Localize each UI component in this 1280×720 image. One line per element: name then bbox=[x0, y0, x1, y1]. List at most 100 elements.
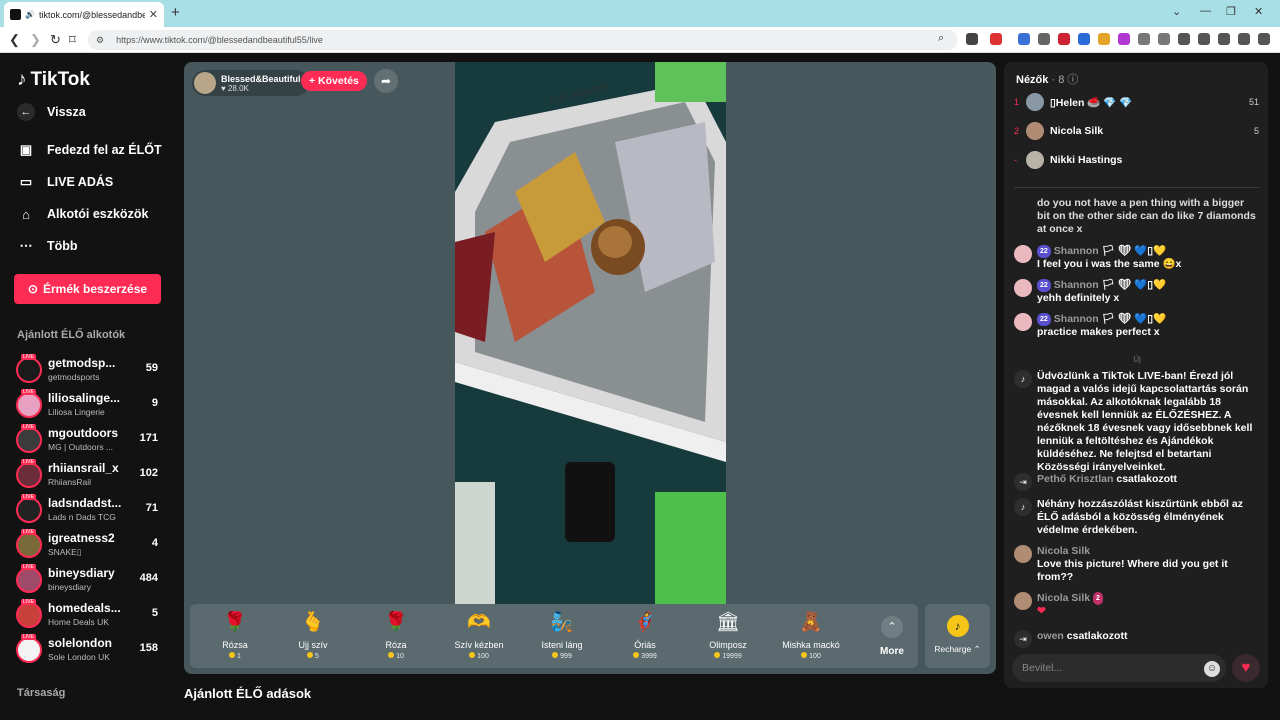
translate-extension-icon[interactable] bbox=[1018, 33, 1030, 45]
recharge-button[interactable]: ♪ Recharge ⌃ bbox=[925, 604, 990, 668]
creator-item[interactable]: LIVE getmodsp... getmodsports 59 bbox=[16, 354, 166, 386]
live-badge: LIVE bbox=[21, 494, 36, 500]
creator-sub: Liliosa Lingerie bbox=[48, 407, 105, 417]
warning-extension-icon[interactable] bbox=[990, 33, 1002, 45]
chat-user[interactable]: Shannon bbox=[1054, 313, 1099, 325]
nav-go-live[interactable]: ▭ LIVE ADÁS bbox=[17, 173, 113, 191]
chat-user[interactable]: Shannon bbox=[1054, 245, 1099, 257]
viewer-row[interactable]: - Nikki Hastings bbox=[1014, 149, 1259, 171]
puzzle-extension-icon[interactable] bbox=[1158, 33, 1170, 45]
gift-price-value: 1 bbox=[237, 653, 241, 660]
site-settings-icon[interactable]: ⚙ bbox=[96, 35, 104, 46]
viewers-heading[interactable]: Nézők · 8 ⓘ bbox=[1016, 71, 1078, 87]
gift-item[interactable]: 🌹 Róza 10 bbox=[361, 610, 431, 660]
nav-more[interactable]: ⋯ Több bbox=[17, 237, 78, 255]
reload-icon[interactable]: ↻ bbox=[50, 32, 61, 48]
new-tab-button[interactable]: + bbox=[171, 4, 180, 21]
creator-item[interactable]: LIVE bineysdiary bineysdiary 484 bbox=[16, 564, 166, 596]
chat-body: Nicola Silk 2 ❤ bbox=[1037, 592, 1259, 618]
host-name: Blessed&Beautiful bbox=[221, 73, 301, 84]
browser-tab[interactable]: 🔊 tiktok.com/@blessedandbeautiful55/live… bbox=[4, 2, 164, 27]
chat-body: 22 Shannon 🏳 ❤ 💙▯💛 I feel you i was the sa… bbox=[1037, 245, 1259, 271]
tab-search-icon[interactable]: ⌄ bbox=[1172, 5, 1181, 18]
shield-extension-icon[interactable] bbox=[966, 33, 978, 45]
close-tab-icon[interactable]: ✕ bbox=[149, 8, 158, 21]
gift-item[interactable]: 🫶 Szív kézben 100 bbox=[444, 610, 514, 660]
heart-like-button[interactable]: ♥ bbox=[1232, 654, 1260, 682]
refresh-extension-icon[interactable] bbox=[1138, 33, 1150, 45]
chat-user[interactable]: Nicola Silk bbox=[1037, 545, 1090, 557]
zoom-icon[interactable]: ⌕ bbox=[938, 32, 944, 45]
gift-item[interactable]: 🫰 Ujj szív 5 bbox=[278, 610, 348, 660]
creator-item[interactable]: LIVE mgoutdoors MG | Outdoors ... 171 bbox=[16, 424, 166, 456]
avatar bbox=[16, 497, 42, 523]
creator-sub: Home Deals UK bbox=[48, 617, 109, 627]
chat-user[interactable]: owen bbox=[1037, 630, 1064, 642]
get-coins-button[interactable]: ⊙ Érmék beszerzése bbox=[14, 274, 161, 304]
more-gifts-button[interactable]: ⌃ More bbox=[870, 616, 914, 657]
tiktok-logo[interactable]: ♪ TikTok bbox=[17, 69, 90, 91]
gift-item[interactable]: 🌹 Rózsa 1 bbox=[200, 610, 270, 660]
gift-item[interactable]: 🦸 Óriás 3999 bbox=[610, 610, 680, 660]
video-player[interactable]: Z117-30X40cm bbox=[455, 62, 726, 604]
level-badge: 2 bbox=[1093, 592, 1103, 605]
host-info[interactable]: Blessed&Beautiful ♥ 28.0K bbox=[192, 70, 309, 96]
gift-name: Szív kézben bbox=[454, 640, 504, 650]
avatar bbox=[1026, 93, 1044, 111]
creator-item[interactable]: LIVE liliosalinge... Liliosa Lingerie 9 bbox=[16, 389, 166, 421]
gift-item[interactable]: 🧸 Mishka mackó 100 bbox=[776, 610, 846, 660]
sidebar-icon[interactable] bbox=[1178, 33, 1190, 45]
chat-user[interactable]: Nicola Silk bbox=[1037, 592, 1090, 604]
creator-item[interactable]: LIVE igreatness2 SNAKE▯ 4 bbox=[16, 529, 166, 561]
tools-extension-icon[interactable] bbox=[1038, 33, 1050, 45]
creator-item[interactable]: LIVE homedeals... Home Deals UK 5 bbox=[16, 599, 166, 631]
viewer-count: 9 bbox=[151, 397, 158, 409]
creator-item[interactable]: LIVE rhiiansrail_x RhiiansRail 102 bbox=[16, 459, 166, 491]
menu-icon[interactable] bbox=[1258, 33, 1270, 45]
maximize-button[interactable]: ❐ bbox=[1226, 5, 1236, 18]
info-icon[interactable]: ⓘ bbox=[1067, 74, 1078, 86]
giant-icon: 🦸 bbox=[633, 612, 657, 633]
chat-text: Üdvözlünk a TikTok LIVE-ban! Érezd jól m… bbox=[1037, 370, 1253, 473]
get-coins-label: Érmék beszerzése bbox=[42, 282, 148, 296]
avatar bbox=[16, 427, 42, 453]
gift-price-value: 5 bbox=[315, 653, 319, 660]
gift-name: Isteni láng bbox=[541, 640, 583, 650]
viewer-score: 5 bbox=[1253, 126, 1259, 136]
emoji-icon[interactable]: ☺ bbox=[1204, 661, 1220, 677]
google-extension-icon[interactable] bbox=[1078, 33, 1090, 45]
recommended-streams-heading: Ajánlott ÉLŐ adások bbox=[184, 686, 312, 701]
ublock-extension-icon[interactable] bbox=[1118, 33, 1130, 45]
back-arrow-icon[interactable]: ❮ bbox=[9, 32, 20, 48]
minimize-button[interactable]: — bbox=[1200, 5, 1211, 17]
creator-name: getmodsp... bbox=[48, 356, 116, 370]
chat-user[interactable]: Shannon bbox=[1054, 279, 1099, 291]
color-extension-icon[interactable] bbox=[1098, 33, 1110, 45]
chat-user[interactable]: Pethő Krisztlan bbox=[1037, 473, 1113, 485]
tiktok-icon: ♪ bbox=[1014, 370, 1032, 388]
gift-item[interactable]: 🧞 Isteni láng 999 bbox=[527, 610, 597, 660]
gift-price: 19999 bbox=[693, 652, 763, 660]
ai-icon[interactable] bbox=[1218, 33, 1230, 45]
chat-input[interactable]: Bevitel... bbox=[1012, 654, 1226, 682]
viewer-rank: 1 bbox=[1014, 97, 1020, 107]
close-window-button[interactable]: ✕ bbox=[1254, 5, 1263, 18]
viewer-row[interactable]: 1 ▯Helen 🥌 💎 💎 51 bbox=[1014, 91, 1259, 113]
address-bar[interactable]: ⚙ https://www.tiktok.com/@blessedandbeau… bbox=[88, 30, 958, 50]
forward-arrow-icon[interactable]: ❯ bbox=[30, 32, 41, 48]
share-icon[interactable]: ➦ bbox=[374, 69, 398, 93]
follow-button[interactable]: + Követés bbox=[301, 71, 367, 91]
gift-item[interactable]: 🏛 Olimposz 19999 bbox=[693, 610, 763, 660]
hls-extension-icon[interactable] bbox=[1058, 33, 1070, 45]
creator-item[interactable]: LIVE ladsndadst... Lads n Dads TCG 71 bbox=[16, 494, 166, 526]
vpn-icon[interactable] bbox=[1238, 33, 1250, 45]
back-link[interactable]: ← Vissza bbox=[17, 103, 86, 121]
viewer-row[interactable]: 2 Nicola Silk 5 bbox=[1014, 120, 1259, 142]
bookmark-icon[interactable]: ⌑ bbox=[69, 32, 76, 48]
viewer-name: ▯Helen 🥌 💎 💎 bbox=[1050, 96, 1133, 109]
creator-item[interactable]: LIVE solelondon Sole London UK 158 bbox=[16, 634, 166, 666]
nav-explore-live[interactable]: ▣ Fedezd fel az ÉLŐT bbox=[17, 141, 162, 159]
avatar bbox=[16, 602, 42, 628]
wallet-icon[interactable] bbox=[1198, 33, 1210, 45]
nav-creator-tools[interactable]: ⌂ Alkotói eszközök bbox=[17, 205, 148, 223]
